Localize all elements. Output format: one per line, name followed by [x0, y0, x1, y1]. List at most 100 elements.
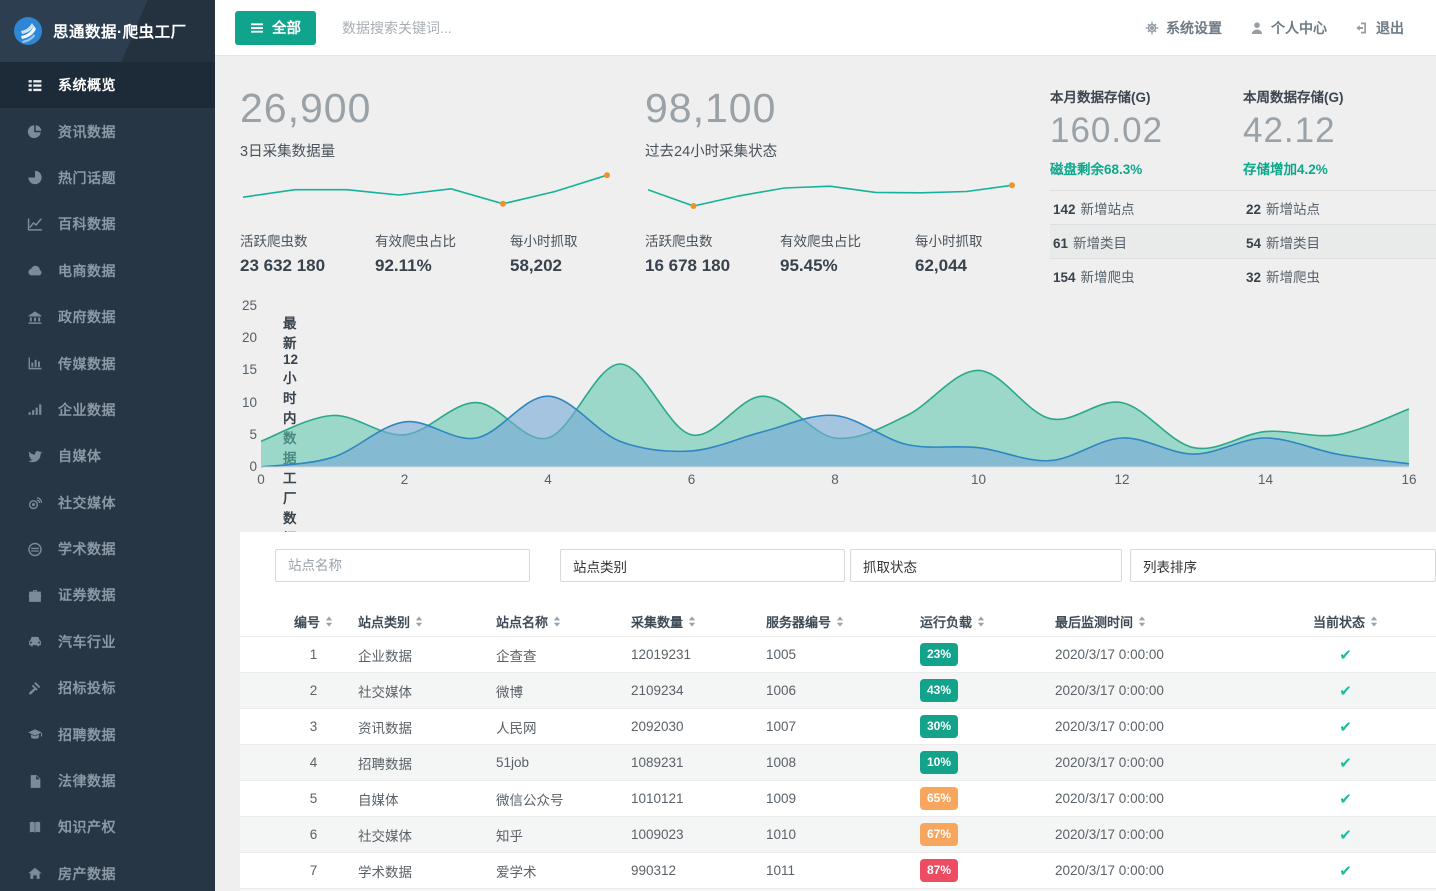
- sidebar-item-12[interactable]: 证券数据: [0, 572, 215, 618]
- cell-row-index: 4: [269, 755, 358, 770]
- cell-last-check-time: 2020/3/17 0:00:00: [1055, 647, 1255, 662]
- metric: 每小时抓取62,044: [915, 230, 1035, 276]
- header-label: 当前状态: [1313, 612, 1365, 631]
- sidebar-item-9[interactable]: 自媒体: [0, 433, 215, 479]
- storage-label: 新增类目: [1266, 236, 1320, 251]
- metric-label: 有效爬虫占比: [375, 230, 510, 250]
- storage-cell: 142新增站点: [1050, 198, 1243, 218]
- cell-last-check-time: 2020/3/17 0:00:00: [1055, 863, 1255, 878]
- spark-24h-collection: [645, 170, 1017, 222]
- sidebar-item-3[interactable]: 热门话题: [0, 155, 215, 201]
- sort-icon: [977, 616, 985, 627]
- filter-1[interactable]: [275, 549, 530, 582]
- storage-title: 本周数据存储(G): [1243, 86, 1436, 106]
- big-number: 26,900: [240, 86, 630, 131]
- table-header-2[interactable]: 站点类别: [358, 612, 496, 631]
- main-content: 26,9003日采集数据量活跃爬虫数23 632 180有效爬虫占比92.11%…: [215, 56, 1436, 891]
- sidebar-item-16[interactable]: 法律数据: [0, 758, 215, 804]
- topbar-link-sign-out[interactable]: 退出: [1355, 18, 1404, 38]
- cell-load: 87%: [920, 859, 1055, 882]
- topbar: 全部 系统设置 个人中心 退出: [215, 0, 1436, 56]
- table-row-1: 1企业数据企查查12019231100523%2020/3/17 0:00:00…: [240, 636, 1436, 672]
- app-logo[interactable]: 思通数据·爬虫工厂: [0, 0, 215, 62]
- sidebar-item-label: 传媒数据: [58, 354, 116, 374]
- topbar-link-label: 系统设置: [1166, 18, 1222, 38]
- sidebar-item-label: 百科数据: [58, 214, 116, 234]
- sidebar-item-5[interactable]: 电商数据: [0, 248, 215, 294]
- stat-block-2: 98,100过去24小时采集状态活跃爬虫数16 678 180有效爬虫占比95.…: [645, 86, 1035, 276]
- load-badge: 23%: [920, 643, 958, 666]
- cell-crawl-count: 2109234: [631, 683, 766, 698]
- storage-value: 160.02: [1050, 111, 1243, 151]
- sidebar-item-8[interactable]: 企业数据: [0, 387, 215, 433]
- cell-site-category: 资讯数据: [358, 717, 496, 737]
- filter-4[interactable]: [1130, 549, 1436, 582]
- table-header-3[interactable]: 站点名称: [496, 612, 631, 631]
- sidebar-item-4[interactable]: 百科数据: [0, 201, 215, 247]
- storage-count: 154: [1053, 270, 1076, 285]
- cell-server-id: 1005: [766, 647, 920, 662]
- table-row-5: 5自媒体微信公众号1010121100965%2020/3/17 0:00:00…: [240, 780, 1436, 816]
- sidebar-item-label: 知识产权: [58, 817, 116, 837]
- metric: 活跃爬虫数23 632 180: [240, 230, 375, 276]
- metric-label: 活跃爬虫数: [645, 230, 780, 250]
- cell-last-check-time: 2020/3/17 0:00:00: [1055, 683, 1255, 698]
- sidebar-item-11[interactable]: 学术数据: [0, 526, 215, 572]
- topbar-link-gear[interactable]: 系统设置: [1145, 18, 1222, 38]
- metric: 每小时抓取58,202: [510, 230, 630, 276]
- x-axis-tick: 12: [1102, 472, 1142, 487]
- storage-count: 22: [1246, 202, 1261, 217]
- status-check-icon: ✔: [1255, 826, 1436, 844]
- cell-last-check-time: 2020/3/17 0:00:00: [1055, 791, 1255, 806]
- table-header-8[interactable]: 当前状态: [1255, 612, 1436, 631]
- sidebar-item-2[interactable]: 资讯数据: [0, 108, 215, 154]
- y-axis-tick: 10: [223, 395, 257, 410]
- cell-row-index: 6: [269, 827, 358, 842]
- pie-chart2-icon: [27, 170, 44, 185]
- sidebar-item-10[interactable]: 社交媒体: [0, 480, 215, 526]
- search-input[interactable]: [342, 20, 1145, 36]
- filter-2[interactable]: [560, 549, 845, 582]
- storage-label: 新增爬虫: [1266, 270, 1320, 285]
- sidebar-item-13[interactable]: 汽车行业: [0, 619, 215, 665]
- table-header-6[interactable]: 运行负载: [920, 612, 1055, 631]
- cell-last-check-time: 2020/3/17 0:00:00: [1055, 827, 1255, 842]
- sort-icon: [688, 616, 696, 627]
- cell-crawl-count: 1089231: [631, 755, 766, 770]
- status-check-icon: ✔: [1255, 862, 1436, 880]
- x-axis-tick: 14: [1246, 472, 1286, 487]
- sidebar-item-15[interactable]: 招聘数据: [0, 711, 215, 757]
- file-icon: [27, 774, 44, 789]
- storage-heads: 本月数据存储(G)160.02磁盘剩余68.3%本周数据存储(G)42.12存储…: [1050, 86, 1436, 178]
- load-badge: 30%: [920, 715, 958, 738]
- sidebar-item-1[interactable]: 系统概览: [0, 62, 215, 108]
- cell-site-category: 社交媒体: [358, 681, 496, 701]
- all-categories-button[interactable]: 全部: [235, 11, 316, 45]
- sidebar-item-17[interactable]: 知识产权: [0, 804, 215, 850]
- sidebar-item-7[interactable]: 传媒数据: [0, 340, 215, 386]
- sidebar-item-6[interactable]: 政府数据: [0, 294, 215, 340]
- metric-value: 16 678 180: [645, 256, 780, 276]
- table-header-7[interactable]: 最后监测时间: [1055, 612, 1255, 631]
- storage-row: 154新增爬虫32新增爬虫: [1050, 258, 1436, 292]
- topbar-link-user[interactable]: 个人中心: [1250, 18, 1327, 38]
- sidebar-item-14[interactable]: 招标投标: [0, 665, 215, 711]
- all-categories-label: 全部: [272, 17, 301, 38]
- table-header-1[interactable]: 编号: [269, 612, 358, 631]
- cell-load: 65%: [920, 787, 1055, 810]
- table-header-5[interactable]: 服务器编号: [766, 612, 920, 631]
- status-check-icon: ✔: [1255, 718, 1436, 736]
- cell-site-name: 人民网: [496, 717, 631, 737]
- status-check-icon: ✔: [1255, 790, 1436, 808]
- graduation-cap-icon: [27, 727, 44, 742]
- cell-site-category: 学术数据: [358, 861, 496, 881]
- table-header-row: 编号站点类别站点名称采集数量服务器编号运行负载最后监测时间 当前状态: [240, 607, 1436, 636]
- table-header-4[interactable]: 采集数量: [631, 612, 766, 631]
- header-label: 最后监测时间: [1055, 612, 1133, 631]
- filter-3[interactable]: [850, 549, 1122, 582]
- sidebar-item-18[interactable]: 房产数据: [0, 851, 215, 891]
- storage-row: 61新增类目54新增类目: [1050, 224, 1436, 258]
- y-axis-tick: 25: [223, 298, 257, 313]
- cell-server-id: 1007: [766, 719, 920, 734]
- stat-caption: 3日采集数据量: [240, 140, 630, 161]
